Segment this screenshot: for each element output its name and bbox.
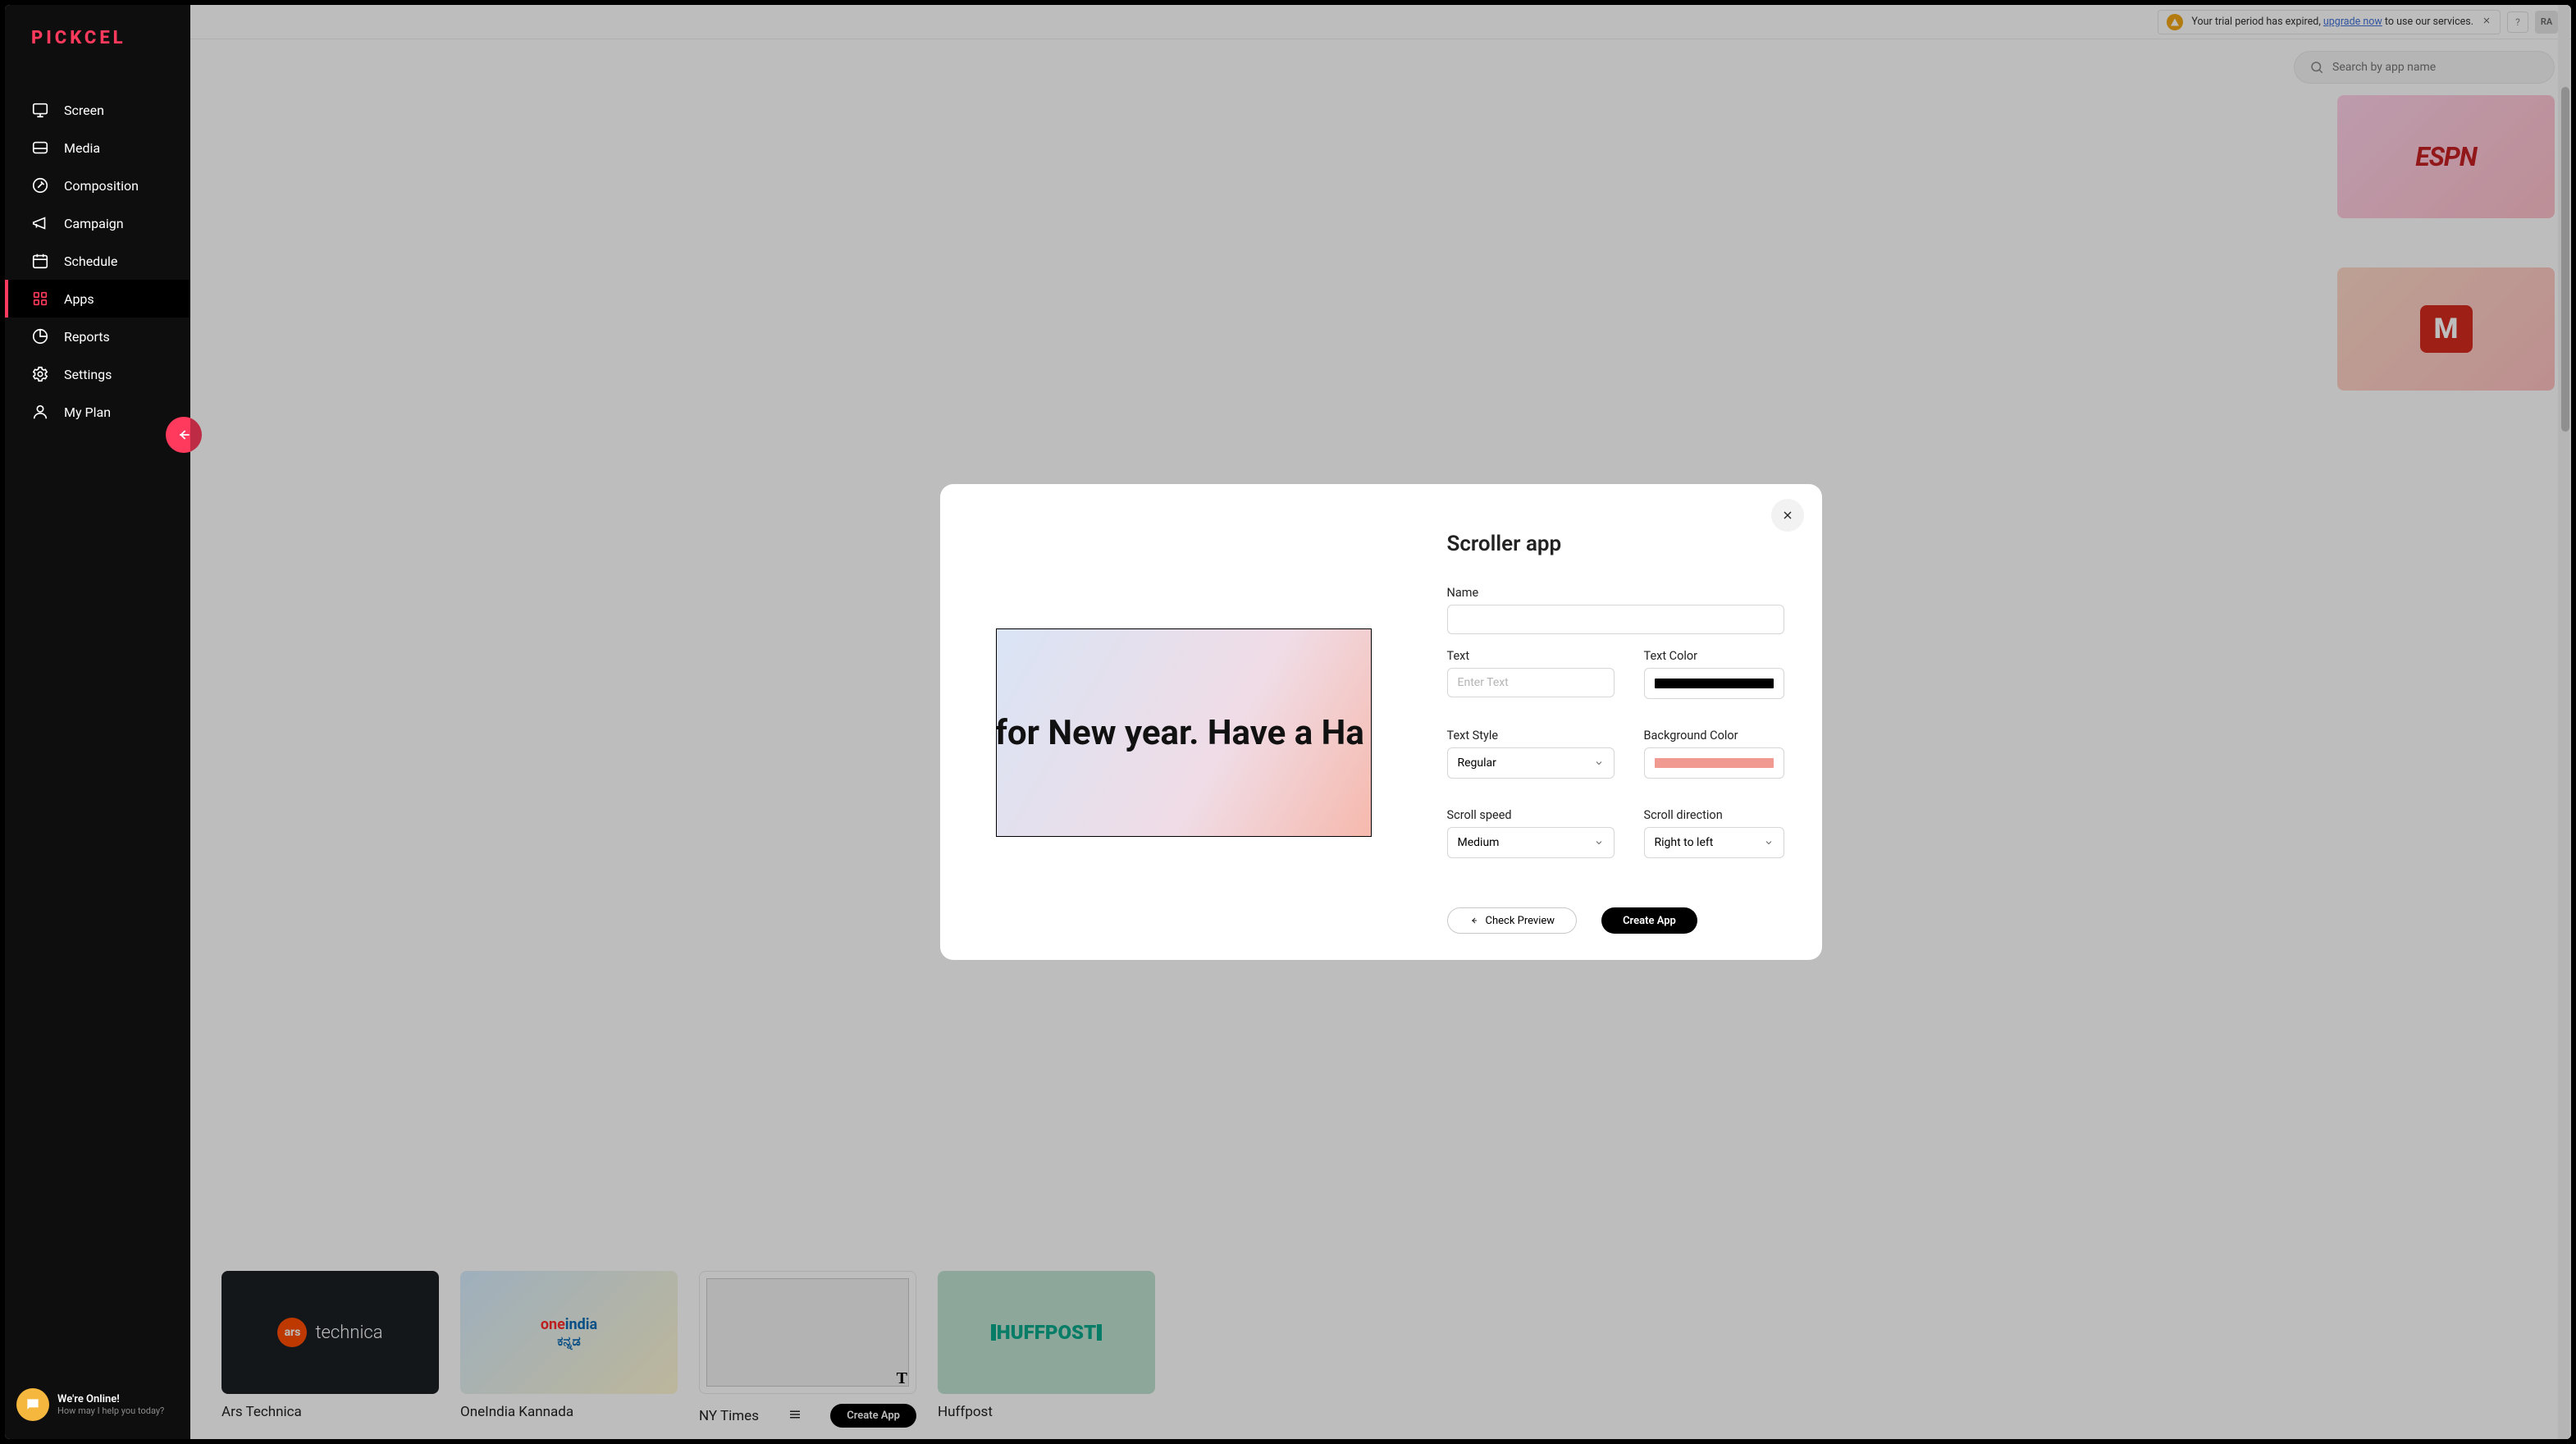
nav-label: Screen [64,103,104,118]
text-input[interactable] [1447,668,1615,697]
modal-close-button[interactable] [1771,499,1804,532]
field-name: Name [1447,586,1784,634]
field-textstyle: Text Style Regular [1447,729,1615,779]
field-textcolor: Text Color [1644,649,1784,699]
preview-frame: sed for New year. Have a Ha [996,628,1372,837]
nav-composition[interactable]: Composition [5,167,190,204]
reports-icon [31,327,49,345]
apps-icon [31,290,49,308]
nav-label: Settings [64,367,112,382]
nav-campaign[interactable]: Campaign [5,204,190,242]
text-label: Text [1447,649,1615,663]
modal-title: Scroller app [1447,532,1784,556]
gear-icon [31,365,49,383]
name-input[interactable] [1447,605,1784,634]
check-preview-button[interactable]: Check Preview [1447,907,1578,934]
bgcolor-input[interactable] [1644,747,1784,779]
close-icon [1781,509,1794,522]
field-bgcolor: Background Color [1644,729,1784,779]
preview-pane: sed for New year. Have a Ha [996,532,1373,934]
media-icon [31,139,49,157]
chat-title: We're Online! [57,1393,164,1405]
direction-value: Right to left [1655,836,1714,849]
field-direction: Scroll direction Right to left [1644,808,1784,858]
form-pane: Scroller app Name Text Text Color [1373,532,1784,934]
textcolor-swatch [1655,679,1774,688]
plan-icon [31,403,49,421]
nav-reports[interactable]: Reports [5,318,190,355]
chat-widget[interactable]: We're Online! How may I help you today? [16,1388,164,1421]
name-label: Name [1447,586,1784,600]
main: Your trial period has expired, upgrade n… [190,5,2571,1439]
scroller-modal: sed for New year. Have a Ha Scroller app… [940,484,1822,960]
arrow-left-icon [176,427,192,443]
textstyle-value: Regular [1458,756,1496,770]
bgcolor-label: Background Color [1644,729,1784,743]
nav-myplan[interactable]: My Plan [5,393,190,431]
sidebar: PICKCEL Screen Media Composition Campaig… [5,5,190,1439]
speed-select[interactable]: Medium [1447,827,1615,858]
brand-logo: PICKCEL [5,5,190,75]
nav-label: Composition [64,178,139,194]
arrow-left-icon [1469,916,1479,925]
chat-text: We're Online! How may I help you today? [57,1393,164,1416]
chat-icon [16,1388,49,1421]
textstyle-label: Text Style [1447,729,1615,743]
direction-label: Scroll direction [1644,808,1784,822]
preview-btn-label: Check Preview [1486,915,1555,927]
field-text: Text [1447,649,1615,699]
speed-label: Scroll speed [1447,808,1615,822]
nav-settings[interactable]: Settings [5,355,190,393]
nav-screen[interactable]: Screen [5,91,190,129]
nav-label: Apps [64,291,94,307]
speed-value: Medium [1458,836,1500,849]
chevron-down-icon [1764,838,1774,848]
preview-text: sed for New year. Have a Ha [996,713,1364,753]
modal-actions: Check Preview Create App [1447,907,1784,934]
chevron-down-icon [1594,758,1604,768]
nav-label: Schedule [64,254,117,269]
nav-label: Campaign [64,216,124,231]
campaign-icon [31,214,49,232]
chevron-down-icon [1594,838,1604,848]
nav-label: My Plan [64,404,111,420]
composition-icon [31,176,49,194]
direction-select[interactable]: Right to left [1644,827,1784,858]
modal-overlay: sed for New year. Have a Ha Scroller app… [190,5,2571,1439]
create-app-button[interactable]: Create App [1601,907,1697,934]
chat-sub: How may I help you today? [57,1405,164,1416]
screen-icon [31,101,49,119]
bgcolor-swatch [1655,758,1774,768]
nav-label: Reports [64,329,110,345]
calendar-icon [31,252,49,270]
nav: Screen Media Composition Campaign Schedu… [5,75,190,431]
nav-schedule[interactable]: Schedule [5,242,190,280]
nav-media[interactable]: Media [5,129,190,167]
nav-label: Media [64,140,100,156]
nav-apps[interactable]: Apps [5,280,190,318]
field-speed: Scroll speed Medium [1447,808,1615,858]
textstyle-select[interactable]: Regular [1447,747,1615,779]
textcolor-label: Text Color [1644,649,1784,663]
textcolor-input[interactable] [1644,668,1784,699]
